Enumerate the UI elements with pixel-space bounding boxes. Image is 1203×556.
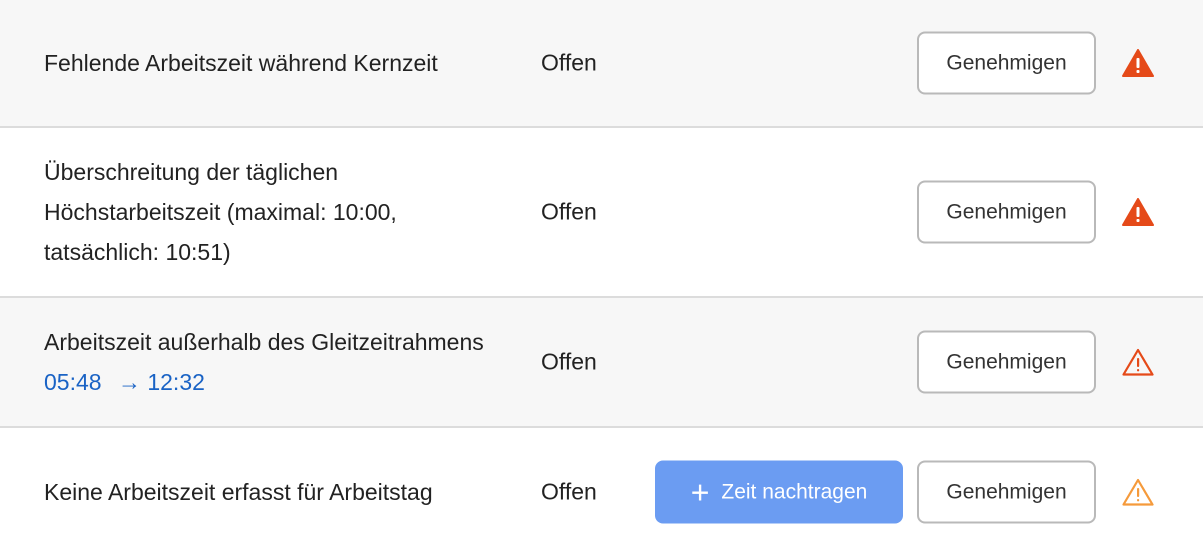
issue-status: Offen (541, 198, 597, 225)
issue-description: Keine Arbeitszeit erfasst für Arbeitstag (44, 479, 433, 505)
issue-row: Überschreitung der täglichen Höchstarbei… (0, 128, 1203, 298)
warning-outline-icon (1122, 478, 1154, 506)
approve-button[interactable]: Genehmigen (917, 180, 1096, 244)
issue-status: Offen (541, 348, 597, 375)
approve-button[interactable]: Genehmigen (917, 31, 1096, 95)
warning-outline-icon (1122, 348, 1154, 376)
issue-description: Arbeitszeit außerhalb des Gleitzeitrahme… (44, 322, 484, 402)
plus-icon: + (690, 474, 710, 510)
issue-list: Fehlende Arbeitszeit während Kernzeit Of… (0, 0, 1203, 556)
add-time-label: Zeit nachtragen (721, 480, 868, 503)
issue-description-text: Arbeitszeit außerhalb des Gleitzeitrahme… (44, 329, 484, 355)
issue-row: Arbeitszeit außerhalb des Gleitzeitrahme… (0, 298, 1203, 428)
time-to: 12:32 (147, 369, 205, 395)
time-from: 05:48 (44, 369, 102, 395)
issue-description: Überschreitung der täglichen Höchstarbei… (44, 159, 397, 265)
warning-filled-icon (1122, 198, 1154, 226)
issue-status: Offen (541, 478, 597, 505)
add-time-button[interactable]: + Zeit nachtragen (655, 460, 903, 524)
warning-filled-icon (1122, 49, 1154, 77)
approve-button[interactable]: Genehmigen (917, 330, 1096, 394)
issue-description: Fehlende Arbeitszeit während Kernzeit (44, 50, 438, 76)
issue-row: Fehlende Arbeitszeit während Kernzeit Of… (0, 0, 1203, 128)
approve-button[interactable]: Genehmigen (917, 460, 1096, 524)
issue-status: Offen (541, 49, 597, 76)
time-arrow: → (117, 369, 141, 395)
issue-row: Keine Arbeitszeit erfasst für Arbeitstag… (0, 428, 1203, 556)
